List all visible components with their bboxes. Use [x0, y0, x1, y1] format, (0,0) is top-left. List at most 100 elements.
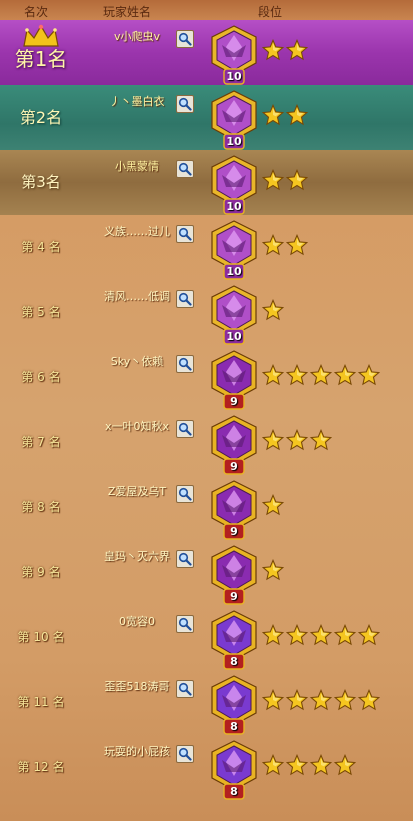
tier-badge-icon: 9 [208, 350, 260, 410]
star-icon [261, 493, 285, 516]
tier-level: 9 [230, 395, 238, 408]
star-icon [285, 688, 309, 711]
star-icon [285, 753, 309, 776]
star-rating [261, 363, 382, 386]
star-icon [357, 363, 381, 386]
star-icon [285, 363, 309, 386]
leaderboard-row: 第 7 名 x一叶0知秋x 9 [0, 410, 413, 475]
leaderboard-row: 第 4 名义族……过儿 10 [0, 215, 413, 280]
tier-level: 8 [230, 655, 238, 668]
tier-level: 10 [226, 200, 242, 213]
tier-badge-icon: 8 [208, 740, 260, 800]
tier-level: 8 [230, 720, 238, 733]
rank-label: 第 9 名 [21, 565, 61, 579]
tier-level: 9 [230, 460, 238, 473]
tier-badge-icon: 10 [208, 90, 260, 150]
leaderboard-row: 第 6 名 Sky丶依赖 9 [0, 345, 413, 410]
star-icon [261, 103, 285, 126]
rank-label: 第2名 [19, 108, 63, 127]
table-header: 名次 玩家姓名 段位 [0, 0, 413, 20]
star-icon [261, 558, 285, 581]
view-player-button[interactable] [176, 680, 194, 698]
tier-badge-icon: 9 [208, 415, 260, 475]
rank-label: 第 7 名 [21, 435, 61, 449]
rank-label: 第 5 名 [21, 305, 61, 319]
view-player-button[interactable] [176, 485, 194, 503]
star-icon [285, 168, 309, 191]
leaderboard-row: 第 10 名 0宽容0 8 [0, 605, 413, 670]
star-rating [261, 558, 286, 581]
star-rating [261, 493, 286, 516]
tier-level: 9 [230, 590, 238, 603]
tier-badge-icon: 8 [208, 610, 260, 670]
star-rating [261, 233, 310, 256]
tier-level: 10 [226, 135, 242, 148]
star-icon [357, 623, 381, 646]
star-icon [285, 38, 309, 61]
tier-column-header: 段位 [258, 5, 283, 19]
view-player-button[interactable] [176, 30, 194, 48]
rank-label: 第 4 名 [21, 240, 61, 254]
star-icon [309, 688, 333, 711]
leaderboard-row: 第 12 名玩耍的小屁孩 8 [0, 735, 413, 800]
rank-column-header: 名次 [24, 5, 49, 19]
view-player-button[interactable] [176, 355, 194, 373]
view-player-button[interactable] [176, 745, 194, 763]
star-rating [261, 753, 358, 776]
star-icon [261, 298, 285, 321]
star-icon [309, 623, 333, 646]
tier-badge-icon: 10 [208, 220, 260, 280]
star-icon [261, 753, 285, 776]
tier-badge-icon: 10 [208, 155, 260, 215]
star-icon [261, 168, 285, 191]
star-icon [333, 363, 357, 386]
tier-level: 10 [226, 70, 242, 83]
tier-badge-icon: 9 [208, 545, 260, 605]
star-icon [333, 688, 357, 711]
rank-label: 第 11 名 [17, 695, 65, 709]
star-icon [309, 363, 333, 386]
star-rating [261, 623, 382, 646]
rank-label: 第 12 名 [17, 760, 65, 774]
leaderboard-row: 第 5 名清风……低调 10 [0, 280, 413, 345]
tier-badge-icon: 8 [208, 675, 260, 735]
rank-label: 第 10 名 [17, 630, 65, 644]
star-icon [285, 103, 309, 126]
view-player-button[interactable] [176, 615, 194, 633]
view-player-button[interactable] [176, 225, 194, 243]
star-rating [261, 428, 334, 451]
tier-level: 10 [226, 265, 242, 278]
rank-label: 第1名 [14, 47, 68, 71]
leaderboard-row: 第 8 名 Z爱屋及乌T 9 [0, 475, 413, 540]
rank-label: 第3名 [21, 173, 61, 191]
view-player-button[interactable] [176, 290, 194, 308]
star-icon [261, 38, 285, 61]
leaderboard-row: 第1名 v小爬虫v 10 [0, 20, 413, 85]
tier-badge-icon: 10 [208, 285, 260, 345]
view-player-button[interactable] [176, 160, 194, 178]
rank-label: 第 6 名 [21, 370, 61, 384]
tier-badge-icon: 10 [208, 25, 260, 85]
star-icon [333, 753, 357, 776]
leaderboard-row: 第3名 小黑蒙情 10 [0, 150, 413, 215]
star-rating [261, 688, 382, 711]
star-rating [261, 103, 310, 126]
tier-level: 8 [230, 785, 238, 798]
view-player-button[interactable] [176, 420, 194, 438]
star-icon [261, 623, 285, 646]
name-column-header: 玩家姓名 [103, 5, 152, 19]
rank-label: 第 8 名 [21, 500, 61, 514]
star-rating [261, 298, 286, 321]
tier-badge-icon: 9 [208, 480, 260, 540]
star-rating [261, 168, 310, 191]
star-icon [285, 623, 309, 646]
star-icon [285, 233, 309, 256]
tier-level: 10 [226, 330, 242, 343]
star-icon [333, 623, 357, 646]
star-rating [261, 38, 310, 61]
view-player-button[interactable] [176, 550, 194, 568]
star-icon [261, 428, 285, 451]
star-icon [261, 233, 285, 256]
view-player-button[interactable] [176, 95, 194, 113]
star-icon [261, 363, 285, 386]
